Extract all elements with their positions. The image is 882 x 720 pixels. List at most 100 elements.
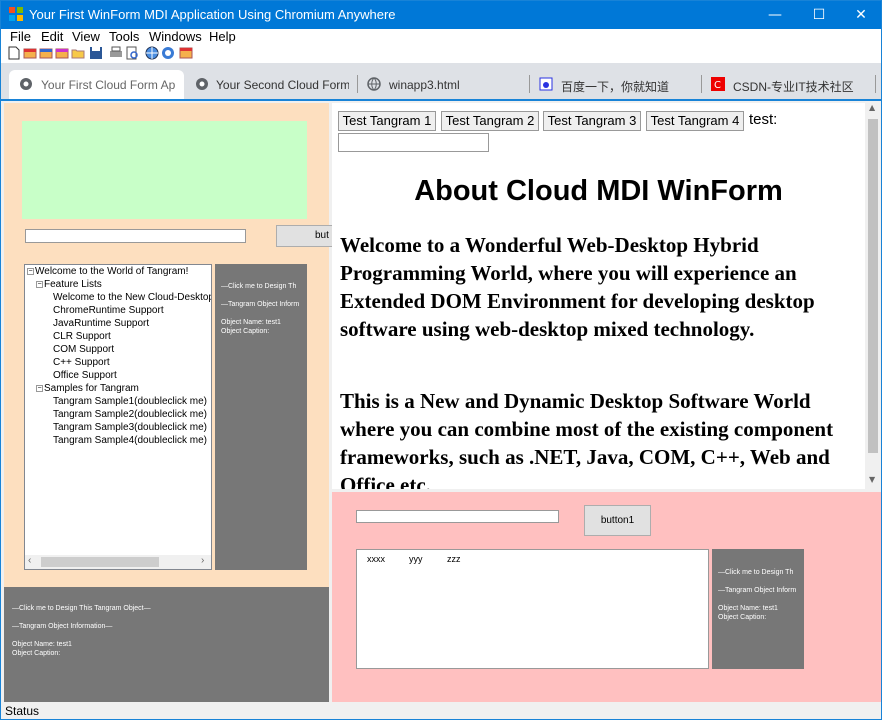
print-preview-icon[interactable] <box>125 46 139 60</box>
test-tangram-1-button[interactable]: Test Tangram 1 <box>338 111 436 131</box>
list-column-header[interactable]: xxxx <box>367 554 385 564</box>
tangram-tree[interactable]: − Welcome to the World of Tangram! − Fea… <box>24 264 212 570</box>
design-link[interactable]: —Click me to Design Th <box>718 569 793 576</box>
tab-csdn[interactable]: C CSDN-专业IT技术社区 <box>705 70 873 99</box>
menu-help[interactable]: Help <box>209 29 236 44</box>
tree-samples[interactable]: Samples for Tangram <box>44 383 139 394</box>
close-button[interactable]: ✕ <box>839 1 881 29</box>
side-info-panel[interactable]: —Click me to Design Th —Tangram Object I… <box>215 264 307 570</box>
baidu-icon <box>539 77 553 91</box>
web-vertical-scrollbar[interactable]: ▲ ▼ <box>865 103 881 489</box>
list-view[interactable]: xxxx yyy zzz <box>356 549 709 669</box>
test-label: test: <box>749 111 778 128</box>
tree-item[interactable]: ChromeRuntime Support <box>53 305 164 316</box>
test-tangram-3-button[interactable]: Test Tangram 3 <box>543 111 641 131</box>
tab-second-cloud-form[interactable]: Your Second Cloud Form <box>187 70 349 99</box>
save-icon[interactable] <box>89 46 103 60</box>
new-form-icon[interactable] <box>23 46 37 60</box>
test-tangram-4-button[interactable]: Test Tangram 4 <box>646 111 744 131</box>
tree-item[interactable]: Tangram Sample3(doubleclick me) <box>53 422 207 433</box>
page-heading: About Cloud MDI WinForm <box>414 175 783 207</box>
tree-item[interactable]: Office Support <box>53 370 117 381</box>
tab-separator <box>529 75 530 93</box>
left-text-input[interactable] <box>25 229 246 243</box>
tab-label: 百度一下，你就知道 <box>561 80 670 94</box>
expander-icon[interactable]: − <box>27 268 34 275</box>
list-column-header[interactable]: zzz <box>447 554 461 564</box>
tree-item[interactable]: JavaRuntime Support <box>53 318 149 329</box>
title-bar[interactable]: Your First WinForm MDI Application Using… <box>1 1 881 29</box>
new-form-3-icon[interactable] <box>55 46 69 60</box>
left-button[interactable]: but <box>276 225 336 247</box>
menu-view[interactable]: View <box>72 29 100 44</box>
open-folder-icon[interactable] <box>71 46 85 60</box>
new-form-2-icon[interactable] <box>39 46 53 60</box>
window-title: Your First WinForm MDI Application Using… <box>29 7 396 22</box>
button1[interactable]: button1 <box>584 505 651 536</box>
globe-icon[interactable] <box>145 46 159 60</box>
left-panel: but − Welcome to the World of Tangram! −… <box>4 103 336 587</box>
expander-icon[interactable]: − <box>36 385 43 392</box>
tree-item[interactable]: Tangram Sample4(doubleclick me) <box>53 435 207 446</box>
tree-feature-lists[interactable]: Feature Lists <box>44 279 102 290</box>
globe-icon <box>367 77 381 91</box>
tree-horizontal-scrollbar[interactable]: ‹ › <box>25 555 211 569</box>
browser-icon[interactable] <box>161 46 175 60</box>
menu-tools[interactable]: Tools <box>109 29 139 44</box>
design-link[interactable]: —Click me to Design Th <box>221 283 296 290</box>
tree-root[interactable]: Welcome to the World of Tangram! <box>35 266 188 277</box>
design-link[interactable]: —Click me to Design This Tangram Object— <box>12 605 151 612</box>
tree-item[interactable]: COM Support <box>53 344 114 355</box>
chrome-icon <box>20 78 32 90</box>
test-input[interactable] <box>338 133 489 152</box>
tree-item[interactable]: Tangram Sample2(doubleclick me) <box>53 409 207 420</box>
object-caption: Object Caption: <box>718 614 767 621</box>
scroll-left-icon[interactable]: ‹ <box>28 555 31 566</box>
tab-separator <box>701 75 702 93</box>
expander-icon[interactable]: − <box>36 281 43 288</box>
object-name: Object Name: test1 <box>12 641 72 648</box>
tab-strip: Your First Cloud Form Ap Your Second Clo… <box>1 63 881 101</box>
tab-separator <box>357 75 358 93</box>
new-document-icon[interactable] <box>7 46 21 60</box>
csdn-icon: C <box>711 77 725 91</box>
test-tangram-2-button[interactable]: Test Tangram 2 <box>441 111 539 131</box>
tab-winapp3[interactable]: winapp3.html <box>361 70 526 99</box>
menu-edit[interactable]: Edit <box>41 29 63 44</box>
intro-paragraph: This is a New and Dynamic Desktop Softwa… <box>340 389 834 489</box>
scrollbar-thumb[interactable] <box>868 119 878 453</box>
tab-label: Your First Cloud Form Ap <box>41 78 176 92</box>
scroll-up-icon[interactable]: ▲ <box>869 103 875 112</box>
menu-windows[interactable]: Windows <box>149 29 202 44</box>
tab-first-cloud-form[interactable]: Your First Cloud Form Ap <box>9 70 184 99</box>
pink-text-input[interactable] <box>356 510 559 523</box>
scrollbar-thumb[interactable] <box>41 557 159 567</box>
tab-label: CSDN-专业IT技术社区 <box>733 80 854 94</box>
object-name: Object Name: test1 <box>718 605 778 612</box>
tab-label: winapp3.html <box>389 78 460 92</box>
svg-text:C: C <box>714 80 721 91</box>
tree-item[interactable]: Welcome to the New Cloud-Desktop <box>53 292 211 303</box>
object-name: Object Name: test1 <box>221 319 281 326</box>
menu-file[interactable]: File <box>10 29 31 44</box>
scroll-down-icon[interactable]: ▼ <box>869 475 875 484</box>
menu-bar: File Edit View Tools Windows Help <box>1 29 881 45</box>
object-info-heading: —Tangram Object Information— <box>12 623 113 630</box>
tree-item[interactable]: C++ Support <box>53 357 110 368</box>
app-icon <box>9 7 23 21</box>
status-bar: Status <box>1 703 881 719</box>
object-caption: Object Caption: <box>221 328 270 335</box>
window-icon[interactable] <box>179 46 193 60</box>
pink-info-panel[interactable]: —Click me to Design Th —Tangram Object I… <box>712 549 804 669</box>
print-icon[interactable] <box>109 46 123 60</box>
tree-item[interactable]: CLR Support <box>53 331 111 342</box>
tab-baidu[interactable]: 百度一下，你就知道 <box>533 70 698 99</box>
minimize-button[interactable]: — <box>753 1 797 29</box>
scroll-right-icon[interactable]: › <box>201 555 204 566</box>
toolbar <box>1 45 881 63</box>
tree-item[interactable]: Tangram Sample1(doubleclick me) <box>53 396 207 407</box>
maximize-button[interactable]: ☐ <box>797 1 841 29</box>
list-column-header[interactable]: yyy <box>409 554 423 564</box>
bottom-info-panel[interactable]: —Click me to Design This Tangram Object—… <box>4 587 329 702</box>
green-panel <box>22 121 307 219</box>
